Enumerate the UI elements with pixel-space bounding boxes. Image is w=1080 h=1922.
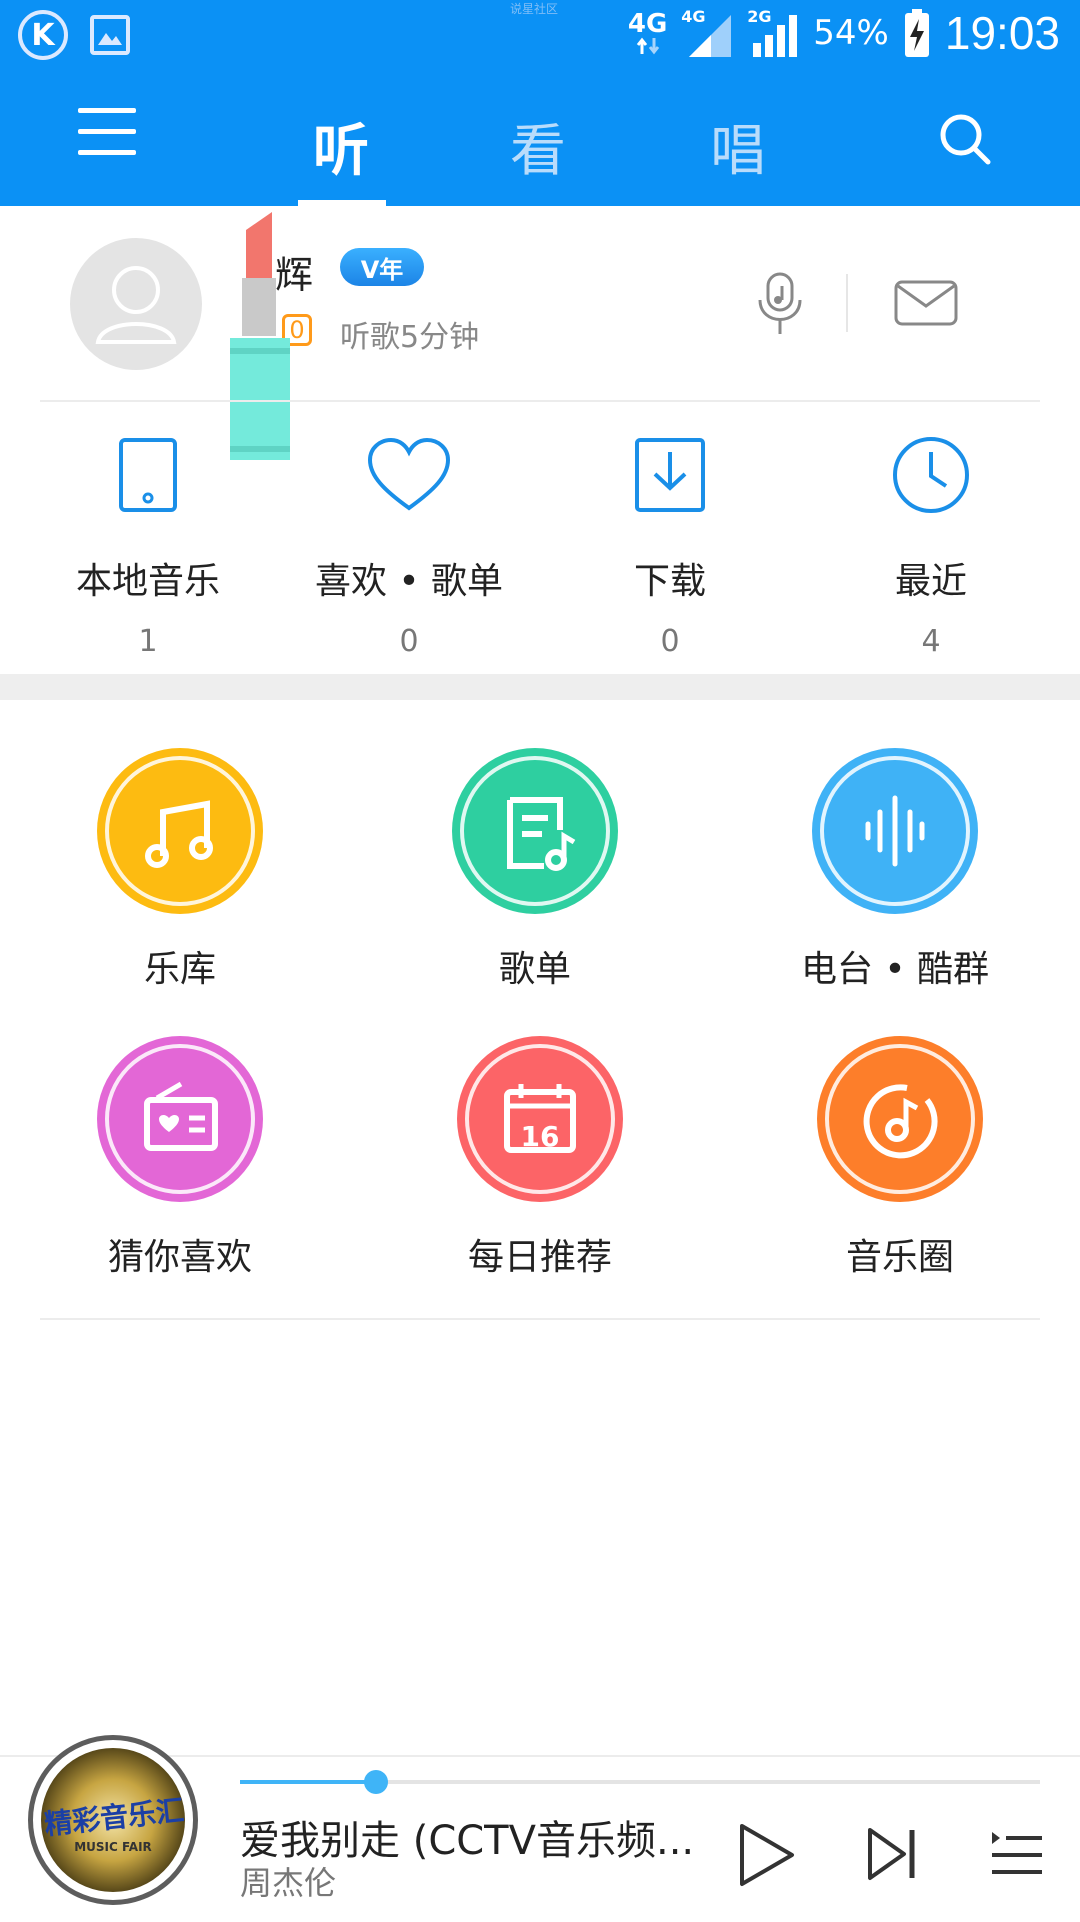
feature-circle: 16 [457, 1036, 623, 1202]
download-icon [635, 438, 705, 512]
quick-favorites[interactable]: 喜欢 • 歌单 0 [309, 430, 509, 659]
section-separator [0, 674, 1080, 700]
quick-label: 本地音乐 [75, 561, 220, 602]
data-arrows-icon [636, 37, 659, 55]
battery-charging-icon [904, 9, 929, 57]
album-art-subtext: MUSIC FAIR [74, 1840, 152, 1854]
progress-handle[interactable] [364, 1770, 388, 1794]
quick-recent[interactable]: 最近 4 [831, 430, 1031, 659]
playlist-icon [507, 797, 576, 871]
radio-heart-icon [144, 1081, 218, 1151]
signal-sim1-icon: 4G [681, 7, 733, 59]
vip-badge[interactable]: V年 [340, 248, 424, 286]
search-icon[interactable] [938, 112, 992, 166]
feature-music-library[interactable]: 乐库 [60, 748, 300, 992]
playlist-queue-icon[interactable] [990, 1828, 1044, 1882]
feature-circle [97, 1036, 263, 1202]
tab-watch[interactable]: 看 [510, 106, 566, 187]
next-icon[interactable] [866, 1826, 918, 1882]
image-icon [90, 15, 130, 55]
battery-percent: 54% [813, 13, 889, 53]
calendar-day: 16 [520, 1120, 560, 1153]
network-type: 4G [627, 9, 668, 39]
soundwave-icon [865, 795, 925, 867]
quick-count: 1 [138, 624, 158, 659]
feature-radio-group[interactable]: 电台 • 酷群 [775, 748, 1015, 992]
quick-label: 最近 [894, 561, 967, 602]
heart-icon [367, 437, 451, 511]
song-artist[interactable]: 周杰伦 [240, 1858, 336, 1904]
calendar-icon [504, 1084, 576, 1153]
album-art[interactable]: 精彩音乐汇 MUSIC FAIR [28, 1735, 198, 1905]
signal-sim2-icon: 2G [747, 7, 799, 59]
feature-circle [812, 748, 978, 914]
lipstick-sticker [230, 212, 290, 460]
watermark: 说星社区 [510, 2, 559, 16]
feature-circle [452, 748, 618, 914]
quick-count: 4 [921, 624, 941, 659]
tab-listen[interactable]: 听 [313, 106, 369, 187]
top-navigation: 听 看 唱 [0, 72, 1080, 206]
k-app-icon: K [18, 10, 68, 60]
feature-label: 音乐圈 [845, 1237, 954, 1278]
feature-label: 歌单 [498, 949, 571, 990]
tablet-icon [119, 438, 177, 512]
feature-circle [97, 748, 263, 914]
quick-count: 0 [399, 624, 419, 659]
active-tab-indicator [298, 200, 386, 206]
quick-label: 下载 [633, 561, 706, 602]
quick-download[interactable]: 下载 0 [570, 430, 770, 659]
divider [40, 400, 1040, 402]
divider [40, 1318, 1040, 1320]
tab-sing[interactable]: 唱 [710, 106, 766, 187]
quick-label: 喜欢 • 歌单 [314, 561, 504, 602]
feature-label: 乐库 [143, 949, 216, 990]
play-icon[interactable] [736, 1822, 796, 1888]
clock: 19:03 [944, 7, 1060, 59]
music-note-icon [145, 800, 213, 868]
divider [846, 274, 848, 332]
feature-label: 每日推荐 [467, 1237, 612, 1278]
feature-daily-recommend[interactable]: 16 每日推荐 [420, 1036, 660, 1280]
mail-icon[interactable] [894, 280, 958, 326]
progress-fill [240, 1780, 376, 1784]
avatar[interactable] [70, 238, 202, 370]
quick-local-music[interactable]: 本地音乐 1 [48, 430, 248, 659]
quick-count: 0 [660, 624, 680, 659]
status-bar: 说星社区 K 4G 4G 2G 54% 19:03 [0, 0, 1080, 72]
feature-music-circle[interactable]: 音乐圈 [780, 1036, 1020, 1280]
listen-time: 听歌5分钟 [340, 320, 480, 355]
clock-icon [893, 437, 969, 513]
feature-label: 猜你喜欢 [107, 1237, 252, 1278]
menu-icon[interactable] [78, 108, 136, 160]
feature-guess-you-like[interactable]: 猜你喜欢 [60, 1036, 300, 1280]
feature-circle [817, 1036, 983, 1202]
mic-music-icon[interactable] [756, 270, 804, 336]
feature-playlist[interactable]: 歌单 [415, 748, 655, 992]
music-circle-icon [863, 1084, 938, 1159]
feature-label: 电台 • 酷群 [800, 949, 990, 990]
